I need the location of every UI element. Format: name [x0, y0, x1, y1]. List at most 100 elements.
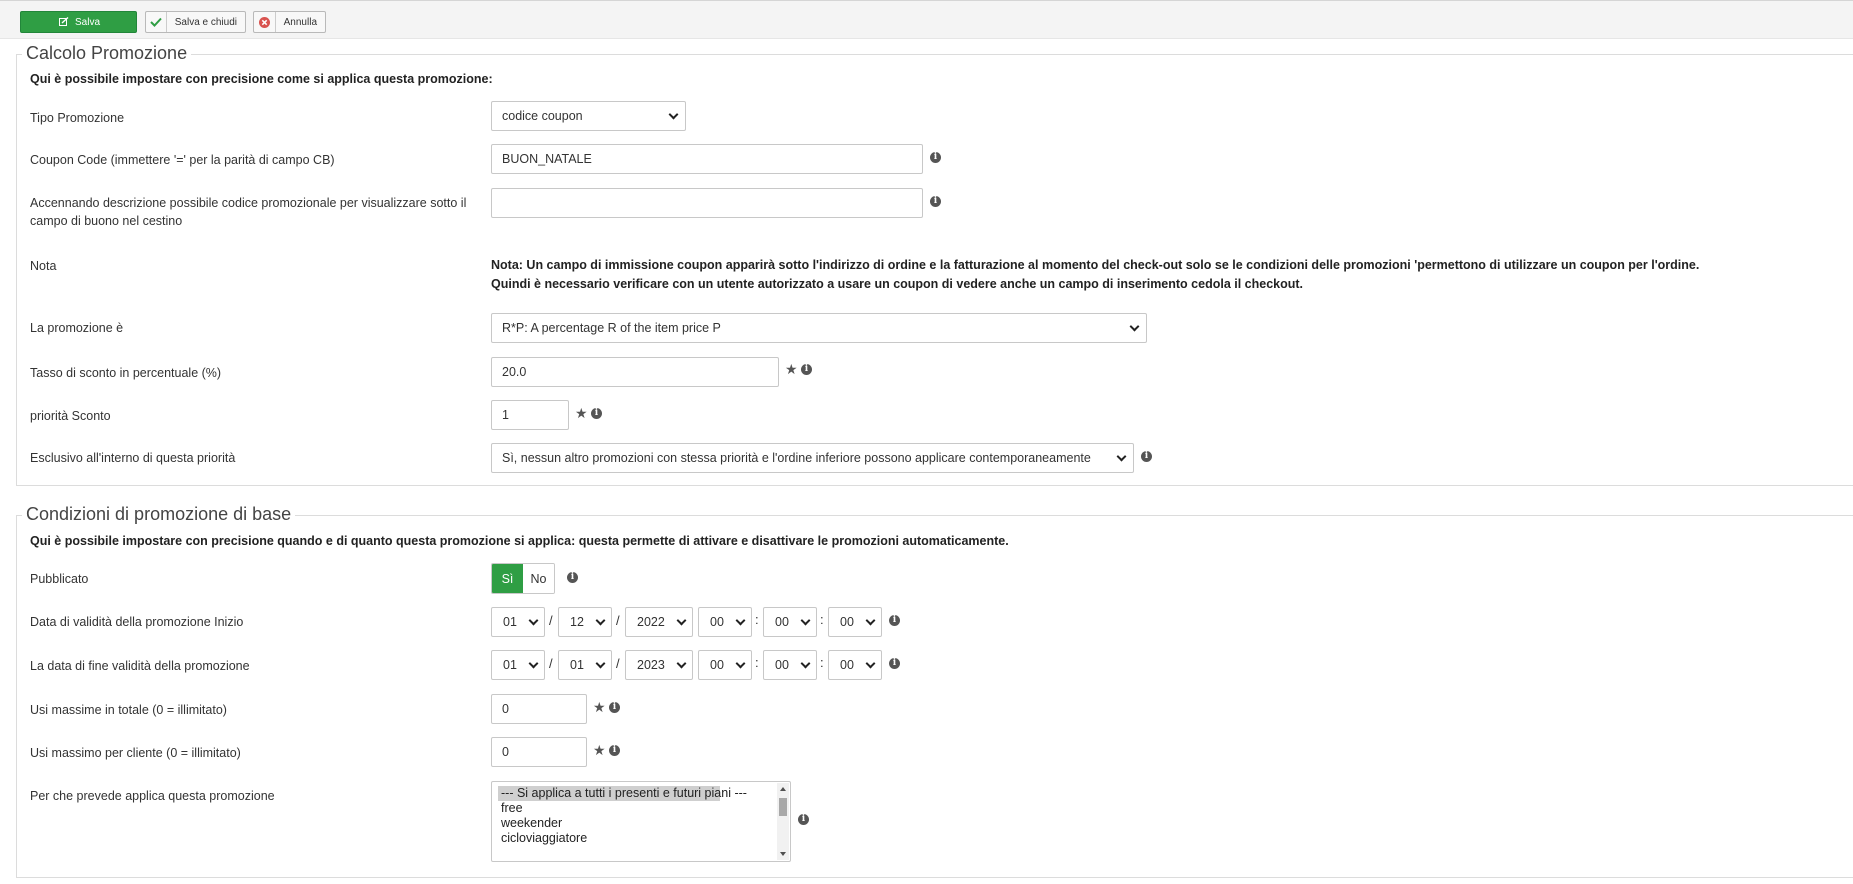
- calc-intro: Qui è possibile impostare con precisione…: [30, 72, 493, 86]
- max-client-input[interactable]: 0: [491, 737, 587, 767]
- start-hour-value: 00: [710, 615, 724, 629]
- info-icon[interactable]: i: [801, 364, 812, 375]
- info-icon[interactable]: i: [889, 615, 900, 626]
- nota-label: Nota: [30, 259, 57, 273]
- published-no-button[interactable]: No: [523, 564, 554, 593]
- chevron-down-icon: [668, 109, 679, 119]
- info-icon[interactable]: i: [889, 658, 900, 669]
- coupon-input[interactable]: BUON_NATALE: [491, 144, 923, 174]
- time-separator: :: [755, 655, 759, 670]
- plans-scrollbar[interactable]: [777, 783, 789, 860]
- info-icon[interactable]: i: [591, 408, 602, 419]
- info-icon[interactable]: i: [930, 196, 941, 207]
- date-separator: /: [616, 656, 620, 671]
- date-separator: /: [549, 656, 553, 671]
- save-and-close-label: Salva e chiudi: [174, 16, 237, 28]
- descr-label: Accennando descrizione possibile codice …: [30, 196, 467, 228]
- end-label: La data di fine validità della promozion…: [30, 659, 250, 673]
- start-hour-select[interactable]: 00: [698, 607, 752, 637]
- plan-option[interactable]: weekender: [492, 816, 790, 831]
- esclusivo-select[interactable]: Sì, nessun altro promozioni con stessa p…: [491, 443, 1134, 473]
- tasso-value: 20.0: [502, 365, 527, 379]
- plans-label: Per che prevede applica questa promozion…: [30, 789, 275, 803]
- save-and-close-button[interactable]: Salva e chiudi: [145, 11, 246, 33]
- chevron-down-icon: [595, 615, 606, 625]
- promo-value: R*P: A percentage R of the item price P: [502, 321, 721, 335]
- date-separator: /: [549, 613, 553, 628]
- descr-input[interactable]: [491, 188, 923, 218]
- start-sec-value: 00: [840, 615, 854, 629]
- promo-label: La promozione è: [30, 321, 124, 335]
- tasso-input[interactable]: 20.0: [491, 357, 779, 387]
- chevron-down-icon: [1116, 451, 1127, 461]
- coupon-label: Coupon Code (immettere '=' per la parità…: [30, 153, 335, 167]
- chevron-down-icon: [865, 658, 876, 668]
- chevron-down-icon: [528, 658, 539, 668]
- star-icon: ★: [785, 361, 798, 377]
- max-client-label: Usi massimo per cliente (0 = illimitato): [30, 746, 241, 760]
- save-label: Salva: [74, 16, 100, 28]
- end-hour-select[interactable]: 00: [698, 650, 752, 680]
- start-min-value: 00: [775, 615, 789, 629]
- end-sec-value: 00: [840, 658, 854, 672]
- tipo-label: Tipo Promozione: [30, 111, 125, 125]
- pub-label: Pubblicato: [30, 572, 89, 586]
- end-day-select[interactable]: 01: [491, 650, 545, 680]
- start-day-value: 01: [503, 615, 517, 629]
- chevron-down-icon: [865, 615, 876, 625]
- info-icon[interactable]: i: [609, 702, 620, 713]
- coupon-value: BUON_NATALE: [502, 152, 592, 166]
- start-month-select[interactable]: 12: [558, 607, 612, 637]
- max-total-input[interactable]: 0: [491, 694, 587, 724]
- start-month-value: 12: [570, 615, 584, 629]
- scroll-up-icon[interactable]: [780, 787, 786, 791]
- priorita-input[interactable]: 1: [491, 400, 569, 430]
- info-icon[interactable]: i: [930, 152, 941, 163]
- start-sec-select[interactable]: 00: [828, 607, 882, 637]
- start-day-select[interactable]: 01: [491, 607, 545, 637]
- nota-text-1: Nota: Un campo di immissione coupon appa…: [491, 258, 1700, 272]
- tipo-select[interactable]: codice coupon: [491, 101, 686, 131]
- plan-option[interactable]: cicloviaggiatore: [492, 831, 790, 846]
- plan-option[interactable]: free: [492, 801, 790, 816]
- max-client-value: 0: [502, 745, 509, 759]
- published-yes-button[interactable]: Sì: [492, 564, 523, 593]
- start-label: Data di validità della promozione Inizio: [30, 615, 244, 629]
- plan-option[interactable]: --- Si applica a tutti i presenti e futu…: [498, 786, 747, 801]
- nota-text-2: Quindi è necessario verificare con un ut…: [491, 277, 1304, 291]
- max-total-label: Usi massime in totale (0 = illimitato): [30, 703, 227, 717]
- plans-listbox[interactable]: --- Si applica a tutti i presenti e futu…: [491, 781, 791, 862]
- info-icon[interactable]: i: [567, 572, 578, 583]
- end-hour-value: 00: [710, 658, 724, 672]
- esclusivo-label: Esclusivo all'interno di questa priorità: [30, 451, 236, 465]
- chevron-down-icon: [735, 615, 746, 625]
- esclusivo-value: Sì, nessun altro promozioni con stessa p…: [502, 451, 1091, 465]
- calc-legend: Calcolo Promozione: [22, 42, 192, 64]
- chevron-down-icon: [800, 615, 811, 625]
- check-icon: [146, 12, 167, 32]
- save-button[interactable]: Salva: [20, 11, 137, 33]
- end-year-value: 2023: [637, 658, 665, 672]
- promo-select[interactable]: R*P: A percentage R of the item price P: [491, 313, 1147, 343]
- time-separator: :: [820, 612, 824, 627]
- star-icon: ★: [575, 405, 588, 421]
- date-separator: /: [616, 613, 620, 628]
- end-min-value: 00: [775, 658, 789, 672]
- end-year-select[interactable]: 2023: [625, 650, 693, 680]
- scroll-thumb[interactable]: [779, 798, 787, 816]
- info-icon[interactable]: i: [609, 745, 620, 756]
- published-toggle[interactable]: Sì No: [491, 563, 555, 594]
- priorita-label: priorità Sconto: [30, 409, 111, 423]
- scroll-down-icon[interactable]: [780, 852, 786, 856]
- end-month-select[interactable]: 01: [558, 650, 612, 680]
- end-sec-select[interactable]: 00: [828, 650, 882, 680]
- cancel-button[interactable]: Annulla: [253, 11, 326, 33]
- close-circle-icon: [254, 12, 276, 32]
- start-year-select[interactable]: 2022: [625, 607, 693, 637]
- chevron-down-icon: [1129, 321, 1140, 331]
- toolbar: Salva Salva e chiudi Annulla: [0, 0, 1853, 39]
- end-min-select[interactable]: 00: [763, 650, 817, 680]
- info-icon[interactable]: i: [798, 814, 809, 825]
- info-icon[interactable]: i: [1141, 451, 1152, 462]
- start-min-select[interactable]: 00: [763, 607, 817, 637]
